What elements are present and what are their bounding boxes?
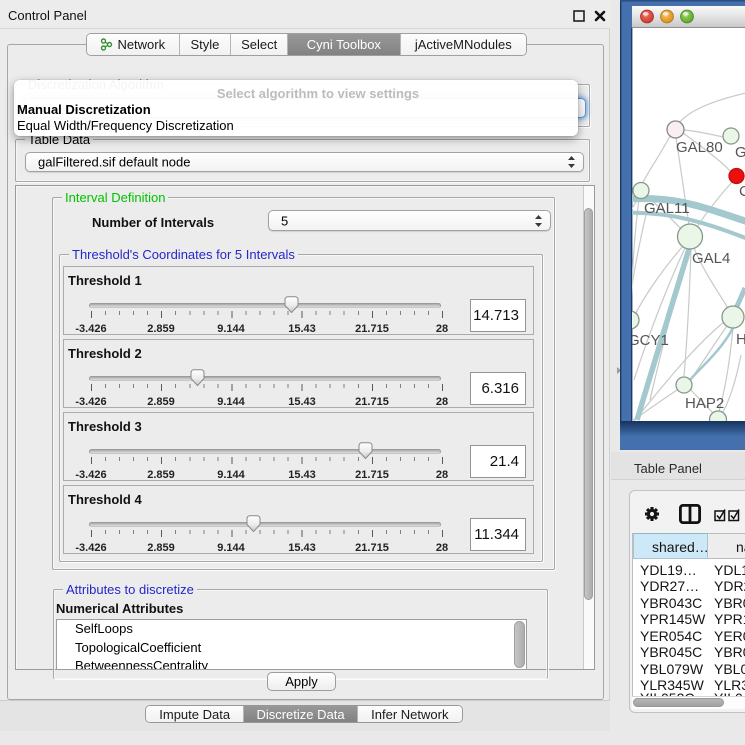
svg-text:H: H [736, 331, 745, 348]
svg-text:GAL4: GAL4 [692, 250, 730, 267]
svg-text:HAP2: HAP2 [685, 395, 724, 412]
svg-text:GAL80: GAL80 [676, 139, 723, 156]
svg-text:C: C [739, 183, 745, 200]
svg-text:GAL11: GAL11 [644, 200, 690, 217]
svg-text:GA: GA [735, 144, 745, 161]
svg-text:GCY1: GCY1 [628, 332, 669, 349]
